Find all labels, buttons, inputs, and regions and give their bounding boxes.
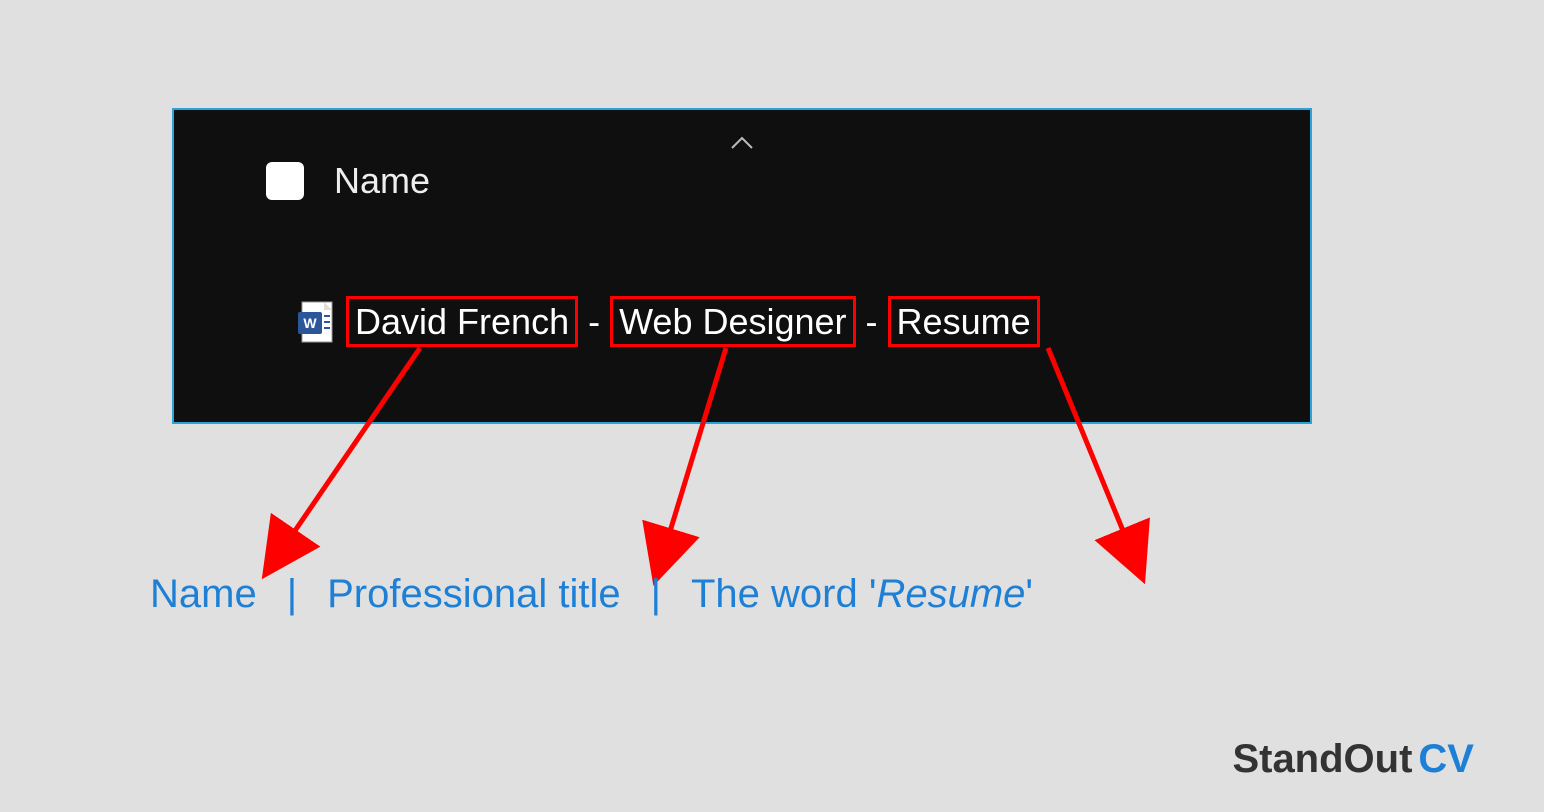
- callout-resume-prefix: The word ': [691, 572, 877, 616]
- column-header-row: Name: [266, 160, 430, 202]
- filename-part-title: Web Designer: [610, 296, 855, 347]
- callout-resume: The word 'Resume': [691, 572, 1033, 617]
- brand-cv-text: CV: [1418, 737, 1474, 782]
- callout-divider: |: [635, 572, 677, 617]
- select-all-checkbox[interactable]: [266, 162, 304, 200]
- column-header-name[interactable]: Name: [334, 160, 430, 202]
- svg-text:W: W: [303, 315, 317, 331]
- brand-logo: StandOut CV: [1232, 737, 1474, 782]
- file-explorer-panel: Name W David French - Web Designer - Res…: [172, 108, 1312, 424]
- filename-separator: -: [856, 301, 888, 343]
- callout-name: Name: [150, 572, 257, 617]
- callout-labels: Name | Professional title | The word 'Re…: [150, 572, 1033, 617]
- file-row[interactable]: W David French - Web Designer - Resume: [298, 296, 1040, 347]
- sort-chevron-icon[interactable]: [730, 134, 754, 155]
- filename-separator: -: [578, 301, 610, 343]
- callout-resume-suffix: ': [1025, 572, 1033, 616]
- callout-resume-word: Resume: [876, 572, 1025, 616]
- filename-part-resume: Resume: [888, 296, 1040, 347]
- callout-title: Professional title: [327, 572, 620, 617]
- callout-divider: |: [271, 572, 313, 617]
- filename-part-name: David French: [346, 296, 578, 347]
- file-name: David French - Web Designer - Resume: [346, 296, 1040, 347]
- word-document-icon: W: [298, 300, 334, 344]
- brand-standout-text: StandOut: [1232, 737, 1412, 782]
